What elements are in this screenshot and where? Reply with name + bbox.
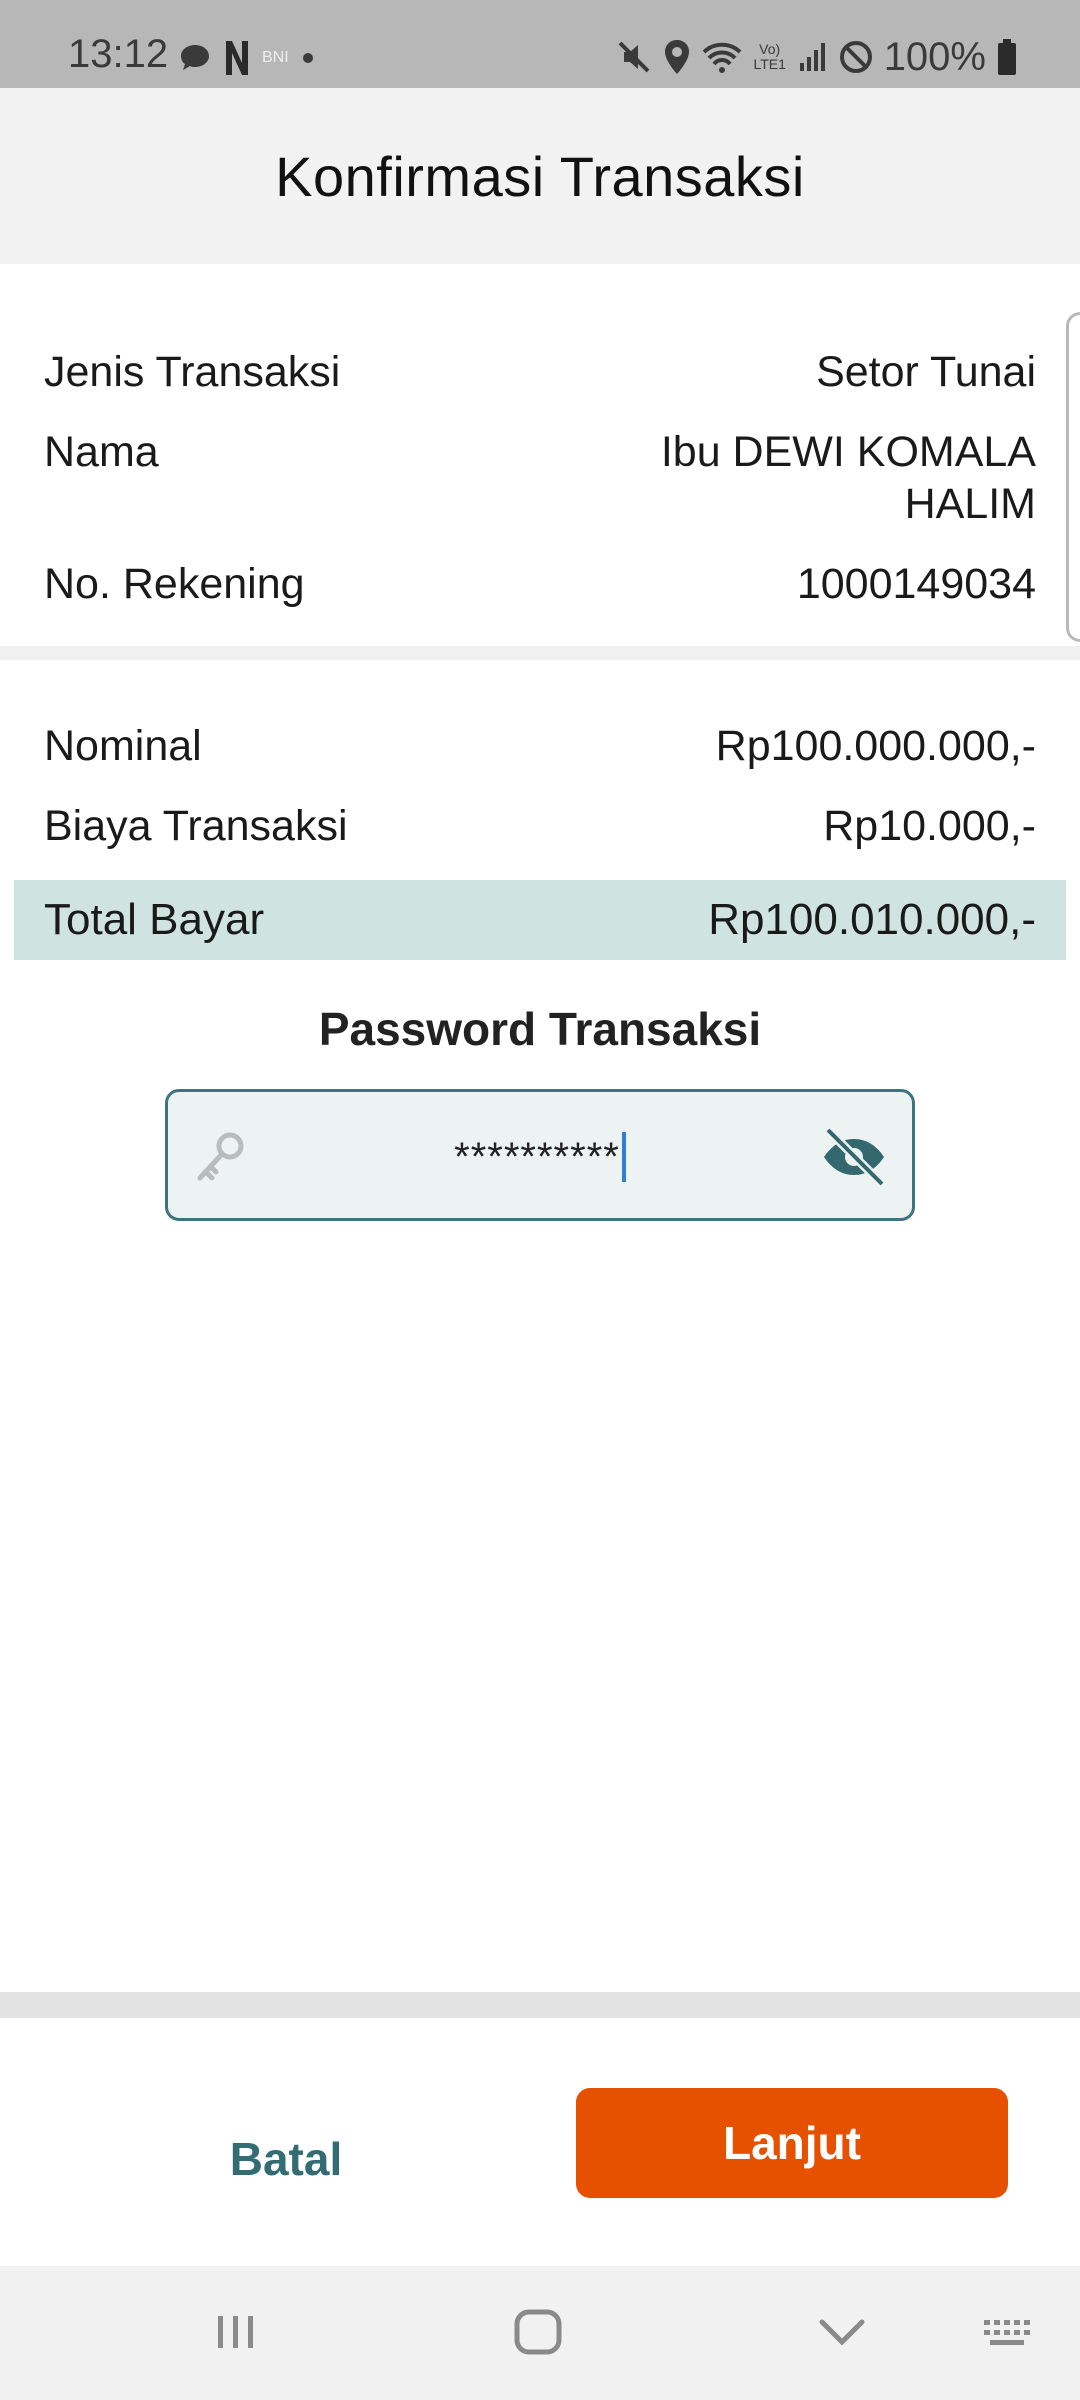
system-nav-bar xyxy=(0,2266,1080,2400)
total-label: Total Bayar xyxy=(44,895,265,944)
dot-icon xyxy=(302,53,313,63)
recent-apps-icon[interactable] xyxy=(212,2302,260,2362)
wifi-icon xyxy=(702,42,742,73)
transaction-type-row: Jenis Transaksi Setor Tunai xyxy=(44,346,1036,398)
nominal-row: Nominal Rp100.000.000,- xyxy=(44,720,1036,772)
edge-panel-handle[interactable] xyxy=(1066,312,1080,642)
fee-value: Rp10.000,- xyxy=(823,802,1036,850)
action-bar: Batal Lanjut xyxy=(0,2018,1080,2266)
transaction-type-label: Jenis Transaksi xyxy=(44,348,341,396)
battery-percent: 100% xyxy=(883,35,986,79)
battery-icon xyxy=(998,39,1016,75)
name-row: Nama Ibu DEWI KOMALA HALIM xyxy=(44,426,1036,530)
lte-label: Vo) LTE1 xyxy=(753,41,786,72)
netflix-icon xyxy=(226,41,248,75)
notification-icons: BNI xyxy=(178,38,315,78)
bni-notification-icon: BNI xyxy=(262,49,289,67)
cancel-button[interactable]: Batal xyxy=(146,2104,426,2214)
footer-divider xyxy=(0,1992,1080,2018)
next-button[interactable]: Lanjut xyxy=(576,2088,1008,2198)
password-input[interactable]: ********** xyxy=(165,1089,915,1221)
password-title: Password Transaksi xyxy=(318,1003,762,1055)
account-label: No. Rekening xyxy=(44,560,305,608)
name-label: Nama xyxy=(44,428,159,476)
chevron-down-icon[interactable] xyxy=(814,2302,870,2362)
transaction-type-value: Setor Tunai xyxy=(816,348,1036,396)
fee-row: Biaya Transaksi Rp10.000,- xyxy=(44,800,1036,852)
name-value: Ibu DEWI KOMALA HALIM xyxy=(660,428,1036,528)
account-value: 1000149034 xyxy=(796,560,1036,608)
location-icon xyxy=(664,40,689,74)
do-not-disturb-icon xyxy=(839,41,872,73)
status-time: 13:12 xyxy=(68,32,169,76)
eye-off-icon[interactable] xyxy=(818,1124,890,1190)
system-icons: Vo) LTE1 100% xyxy=(616,36,1018,78)
password-value: ********** xyxy=(454,1135,620,1179)
account-row: No. Rekening 1000149034 xyxy=(44,558,1036,610)
home-icon[interactable] xyxy=(512,2302,566,2362)
nominal-label: Nominal xyxy=(44,722,202,770)
page-header: Konfirmasi Transaksi xyxy=(0,88,1080,264)
section-divider xyxy=(0,646,1080,660)
chat-bubble-icon xyxy=(181,45,209,70)
page-title: Konfirmasi Transaksi xyxy=(275,144,805,208)
password-value-wrap: ********** xyxy=(168,1132,912,1182)
total-row: Total Bayar Rp100.010.000,- xyxy=(44,894,1036,946)
signal-icon xyxy=(799,43,825,71)
text-caret xyxy=(621,1132,626,1182)
fee-label: Biaya Transaksi xyxy=(44,802,348,850)
bni-label: BNI xyxy=(262,49,289,66)
mute-icon xyxy=(618,41,650,73)
total-value: Rp100.010.000,- xyxy=(708,895,1036,944)
nominal-value: Rp100.000.000,- xyxy=(715,722,1036,770)
status-bar: 13:12 BNI Vo) LTE1 100% xyxy=(0,0,1080,88)
keyboard-icon[interactable] xyxy=(982,2302,1038,2362)
